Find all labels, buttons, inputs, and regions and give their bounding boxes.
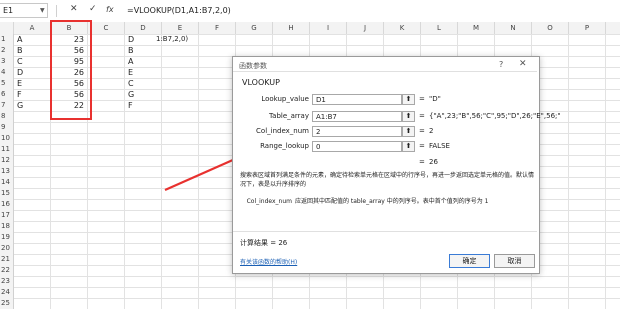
equals-sign: = bbox=[419, 142, 425, 150]
arg-label-col-index-num: Col_index_num bbox=[256, 127, 309, 135]
arg-label-lookup-value: Lookup_value bbox=[261, 95, 309, 103]
collapse-dialog-icon[interactable]: ⬆ bbox=[402, 126, 415, 137]
function-help-link[interactable]: 有关该函数的帮助(H) bbox=[240, 257, 297, 266]
help-icon[interactable]: ? bbox=[499, 60, 503, 69]
table-array-input[interactable]: A1:B7 bbox=[312, 111, 402, 122]
arg-label-table-array: Table_array bbox=[269, 112, 309, 120]
argument-description: 应返回其中匹配值的 table_array 中的列序号。表中首个值列的序号为 1 bbox=[295, 198, 489, 205]
arg-result-col-index-num: 2 bbox=[429, 127, 434, 135]
collapse-dialog-icon[interactable]: ⬆ bbox=[402, 111, 415, 122]
function-arguments-dialog: 函数参数 ? ✕ VLOOKUP Lookup_value D1 ⬆ = "D"… bbox=[232, 56, 561, 274]
equals-sign: = bbox=[419, 112, 425, 120]
lookup-value-input[interactable]: D1 bbox=[312, 94, 402, 105]
equals-sign: = bbox=[419, 95, 425, 103]
arg-label-range-lookup: Range_lookup bbox=[260, 142, 309, 150]
equals-sign: = bbox=[419, 127, 425, 135]
function-description: 搜索表区域首列满足条件的元素，确定待检索单元格在区域中的行序号，再进一步返回选定… bbox=[240, 172, 535, 188]
arg-result-lookup-value: "D" bbox=[429, 95, 441, 103]
arg-name-label: Col_index_num bbox=[246, 198, 292, 205]
range-lookup-input[interactable]: 0 bbox=[312, 141, 402, 152]
ok-button[interactable]: 确定 bbox=[449, 254, 490, 268]
cancel-button[interactable]: 取消 bbox=[494, 254, 535, 268]
close-icon[interactable]: ✕ bbox=[519, 59, 527, 69]
formula-result: 26 bbox=[429, 158, 438, 166]
divider bbox=[233, 71, 537, 72]
dialog-title: 函数参数 bbox=[239, 62, 267, 70]
arg-result-range-lookup: FALSE bbox=[429, 142, 450, 150]
calc-value: 26 bbox=[278, 239, 288, 247]
collapse-dialog-icon[interactable]: ⬆ bbox=[402, 94, 415, 105]
calc-result-label: 计算结果 = 26 bbox=[240, 238, 287, 248]
calc-label: 计算结果 = bbox=[240, 239, 277, 247]
equals-sign: = bbox=[419, 158, 425, 166]
divider bbox=[233, 231, 537, 232]
function-name: VLOOKUP bbox=[242, 78, 280, 87]
arg-result-table-array: {"A",23;"B",56;"C",95;"D",26;"E",56;" bbox=[429, 112, 561, 120]
collapse-dialog-icon[interactable]: ⬆ bbox=[402, 141, 415, 152]
col-index-num-input[interactable]: 2 bbox=[312, 126, 402, 137]
